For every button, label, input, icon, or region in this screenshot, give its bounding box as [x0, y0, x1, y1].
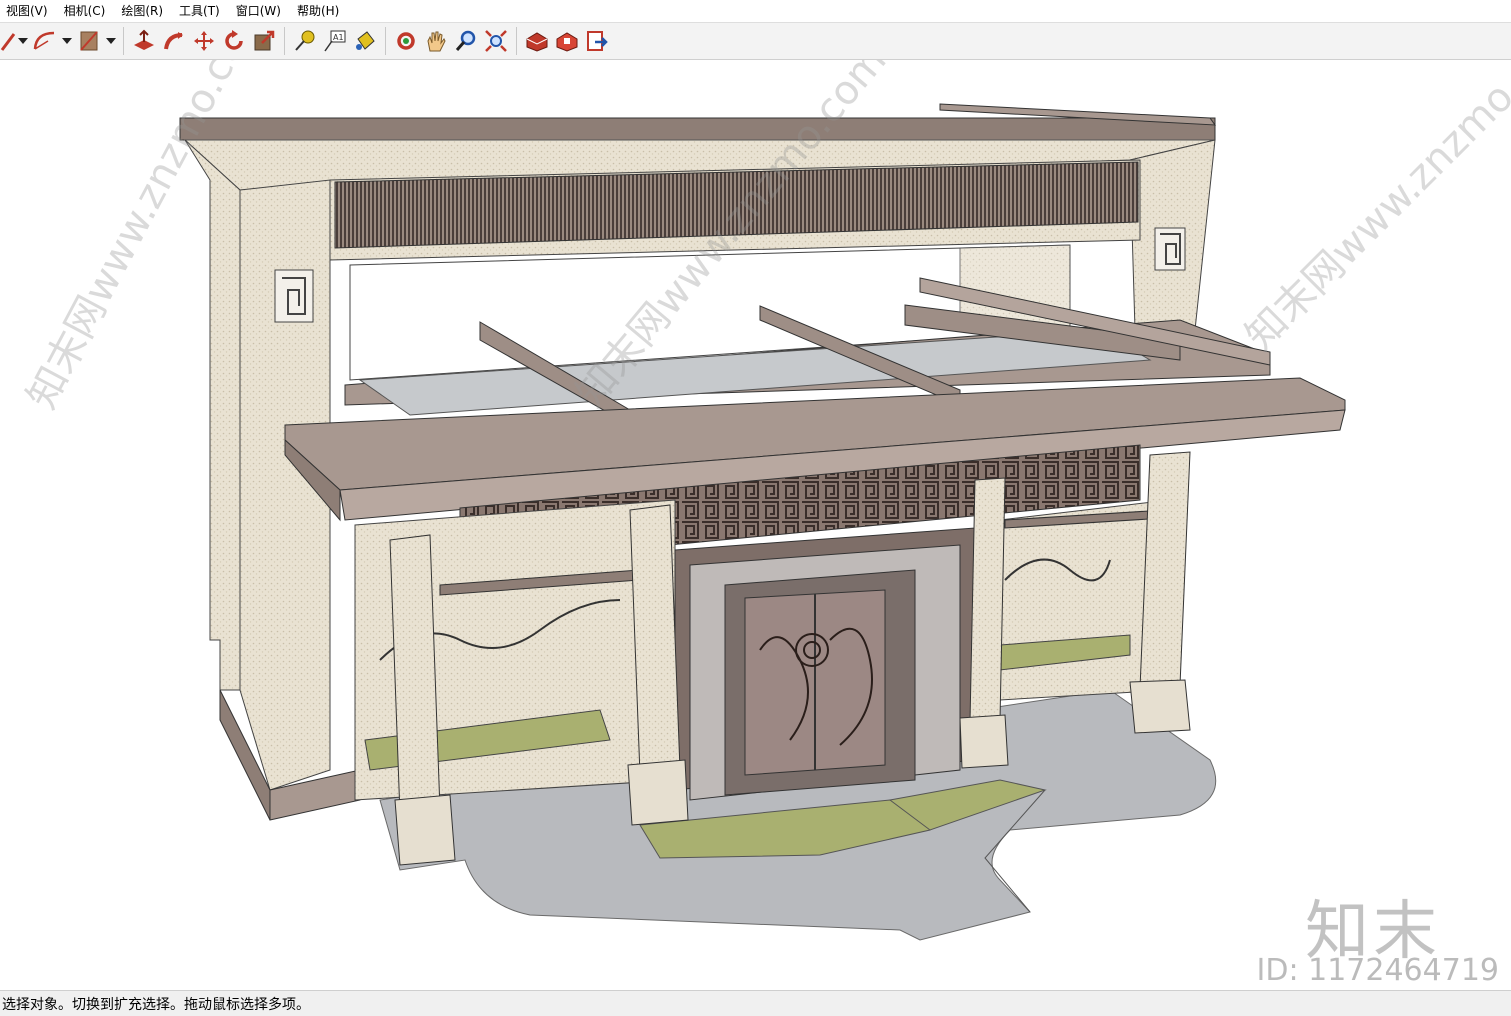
send-to-layout-button[interactable]: [582, 26, 612, 56]
svg-text:A1: A1: [333, 33, 344, 42]
warehouse-icon: [526, 32, 548, 52]
follow-me-button[interactable]: [159, 26, 189, 56]
toolbar-separator: [284, 27, 285, 55]
push-pull-icon: [134, 29, 154, 50]
pencil-icon: [0, 33, 16, 51]
arc-dropdown[interactable]: [60, 26, 74, 56]
rectangle-tool-button[interactable]: [74, 26, 104, 56]
follow-me-icon: [164, 32, 183, 50]
paint-bucket-button[interactable]: [350, 26, 380, 56]
zoom-extents-button[interactable]: [481, 26, 511, 56]
arc-icon: [33, 31, 55, 50]
toolbar-separator: [516, 27, 517, 55]
extension-warehouse-button[interactable]: [552, 26, 582, 56]
rotate-button[interactable]: [219, 26, 249, 56]
scale-icon: [254, 30, 275, 51]
pan-button[interactable]: [421, 26, 451, 56]
tape-measure-button[interactable]: [290, 26, 320, 56]
menu-camera[interactable]: 相机(C): [56, 0, 114, 22]
push-pull-button[interactable]: [129, 26, 159, 56]
pencil-tool-button[interactable]: [0, 26, 16, 56]
chevron-down-icon: [62, 38, 72, 44]
chevron-down-icon: [106, 38, 116, 44]
send-to-layout-icon: [587, 31, 608, 51]
orbit-icon: [397, 32, 415, 50]
text-tool-button[interactable]: A1: [320, 26, 350, 56]
zoom-button[interactable]: [451, 26, 481, 56]
status-text: 选择对象。切换到扩充选择。拖动鼠标选择多项。: [2, 996, 310, 1013]
chevron-down-icon: [18, 38, 28, 44]
arc-tool-button[interactable]: [30, 26, 60, 56]
move-button[interactable]: [189, 26, 219, 56]
status-bar: 选择对象。切换到扩充选择。拖动鼠标选择多项。: [0, 990, 1511, 1016]
rectangle-icon: [80, 31, 98, 51]
paint-bucket-icon: [356, 31, 375, 50]
menu-help[interactable]: 帮助(H): [289, 0, 347, 22]
id-watermark: ID: 1172464719: [1256, 953, 1499, 988]
zoom-icon: [455, 30, 476, 51]
menu-bar: 视图(V) 相机(C) 绘图(R) 工具(T) 窗口(W) 帮助(H): [0, 0, 1511, 22]
rectangle-dropdown[interactable]: [104, 26, 118, 56]
pan-icon: [427, 31, 446, 52]
model-viewport[interactable]: 知末网www.znzmo.com 知末网www.znzmo.com 知末网www…: [0, 60, 1511, 990]
toolbar-separator: [123, 27, 124, 55]
warehouse-button[interactable]: [522, 26, 552, 56]
extension-warehouse-icon: [556, 32, 578, 52]
menu-draw[interactable]: 绘图(R): [113, 0, 171, 22]
move-icon: [194, 31, 214, 51]
menu-view[interactable]: 视图(V): [0, 0, 56, 22]
text-icon: A1: [324, 30, 346, 52]
menu-window[interactable]: 窗口(W): [228, 0, 289, 22]
scale-button[interactable]: [249, 26, 279, 56]
rotate-icon: [225, 30, 243, 50]
tape-measure-icon: [295, 30, 315, 51]
toolbar-separator: [385, 27, 386, 55]
orbit-button[interactable]: [391, 26, 421, 56]
main-toolbar: A1: [0, 22, 1511, 60]
pencil-dropdown[interactable]: [16, 26, 30, 56]
menu-tools[interactable]: 工具(T): [171, 0, 228, 22]
zoom-extents-icon: [485, 30, 507, 52]
